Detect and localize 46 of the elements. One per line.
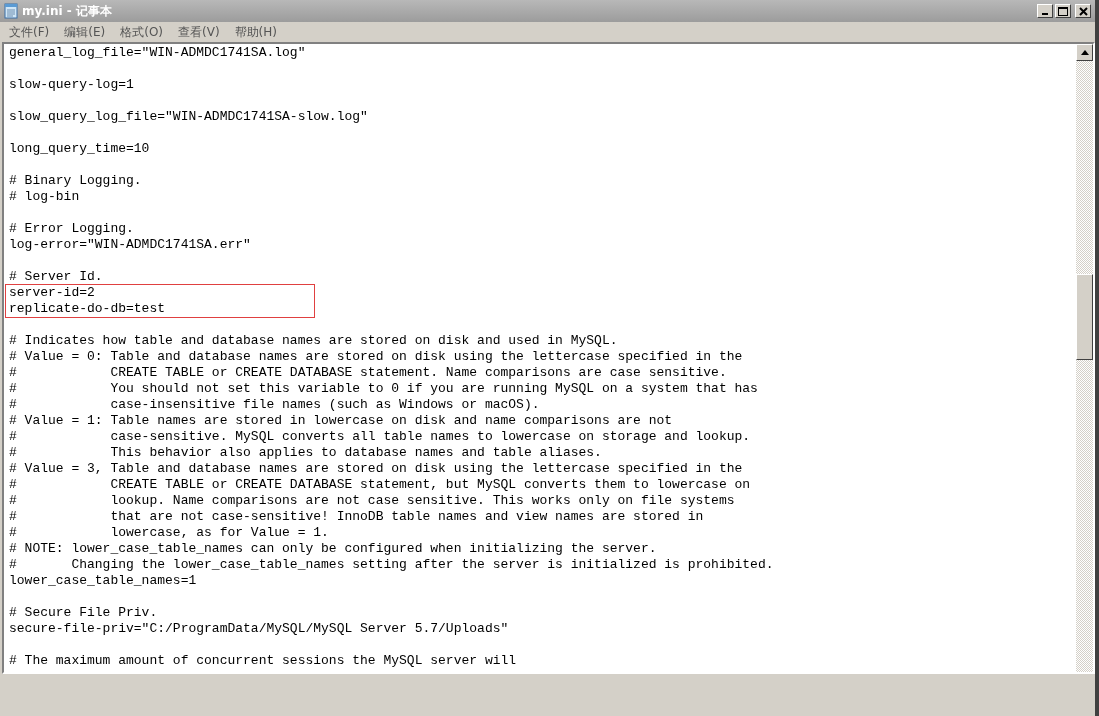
maximize-icon — [1058, 6, 1068, 16]
text-line: slow-query-log=1 — [9, 77, 135, 93]
text-line: # case-insensitive file names (such as Windows or macOS). — [9, 397, 541, 413]
text-line: # Changing the lower_case_table_names setting after the server is initialized is prohibited. — [9, 557, 775, 573]
text-line: # Value = 3, Table and database names are stored on disk using the lettercase specified in the — [9, 461, 744, 477]
text-line: # Server Id. — [9, 269, 104, 285]
close-button[interactable] — [1075, 4, 1091, 18]
text-line: # Secure File Priv. — [9, 605, 159, 621]
text-line: # Value = 0: Table and database names are stored on disk using the lettercase specified in the — [9, 349, 744, 365]
text-line: # Binary Logging. — [9, 173, 143, 189]
text-line: long_query_time=10 — [9, 141, 151, 157]
text-line: # The maximum amount of concurrent sessions the MySQL server will — [9, 653, 518, 669]
text-line: # NOTE: lower_case_table_names can only be configured when initializing the server. — [9, 541, 658, 557]
text-line: # that are not case-sensitive! InnoDB table names and view names are stored in — [9, 509, 705, 525]
vertical-scrollbar[interactable] — [1076, 44, 1093, 672]
text-line: log-error="WIN-ADMDC1741SA.err" — [9, 237, 252, 253]
text-line: # lowercase, as for Value = 1. — [9, 525, 330, 541]
maximize-button[interactable] — [1055, 4, 1071, 18]
up-arrow-icon — [1080, 50, 1089, 55]
text-line: replicate-do-db=test — [9, 301, 167, 317]
scroll-thumb[interactable] — [1076, 274, 1093, 360]
text-line: general_log_file="WIN-ADMDC1741SA.log" — [9, 45, 307, 61]
menu-item[interactable]: 格式(O) — [113, 23, 172, 41]
text-line: slow_query_log_file="WIN-ADMDC1741SA-slow.log" — [9, 109, 369, 125]
close-icon — [1078, 6, 1088, 16]
text-line: secure-file-priv="C:/ProgramData/MySQL/MySQL Server 5.7/Uploads" — [9, 621, 510, 637]
scroll-up-button[interactable] — [1076, 44, 1093, 61]
text-line: # CREATE TABLE or CREATE DATABASE statement. Name comparisons are case sensitive. — [9, 365, 728, 381]
window-title: my.ini - 记事本 — [22, 2, 112, 20]
text-line: # case-sensitive. MySQL converts all table names to lowercase on storage and lookup. — [9, 429, 752, 445]
text-line: # This behavior also applies to database names and table aliases. — [9, 445, 603, 461]
text-line: lower_case_table_names=1 — [9, 573, 198, 589]
text-line: # lookup. Name comparisons are not case sensitive. This works only on file systems — [9, 493, 736, 509]
notepad-icon — [4, 3, 18, 19]
text-line: # You should not set this variable to 0 if you are running MySQL on a system that has — [9, 381, 759, 397]
menu-item[interactable]: 编辑(E) — [57, 23, 114, 41]
minimize-button[interactable] — [1037, 4, 1053, 18]
text-line: server-id=2 — [9, 285, 96, 301]
text-line: # CREATE TABLE or CREATE DATABASE statement, but MySQL converts them to lowercase on — [9, 477, 752, 493]
text-line: # log-bin — [9, 189, 81, 205]
menu-item[interactable]: 帮助(H) — [227, 23, 285, 41]
menu-item[interactable]: 文件(F) — [2, 23, 58, 41]
menu-item[interactable]: 查看(V) — [171, 23, 228, 41]
text-line: # Value = 1: Table names are stored in lowercase on disk and name comparisons are not — [9, 413, 674, 429]
text-line: # Error Logging. — [9, 221, 135, 237]
text-line: # Indicates how table and database names are stored on disk and used in MySQL. — [9, 333, 619, 349]
